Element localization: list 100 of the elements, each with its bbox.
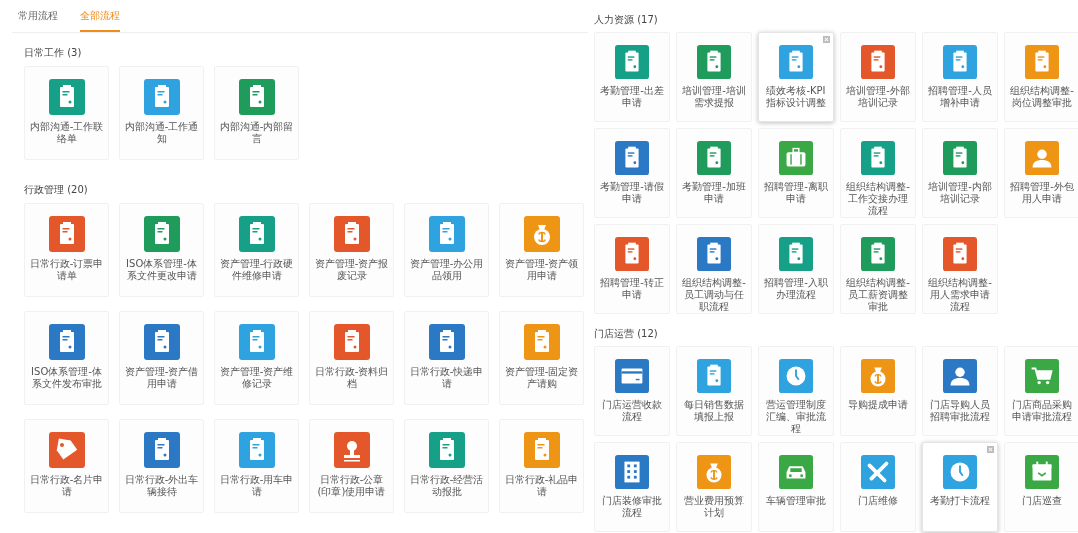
process-card[interactable]: 门店巡查	[1004, 442, 1078, 532]
card-label: 门店运营收款流程	[601, 399, 663, 423]
process-card[interactable]: 内部沟通-工作联络单	[24, 66, 109, 160]
card-label: 组织结构调整-用人需求申请流程	[927, 277, 993, 313]
section-title: 门店运营 (12)	[594, 327, 658, 341]
close-icon[interactable]	[823, 36, 830, 43]
card-label: 日常行政-名片申请	[28, 474, 105, 498]
close-icon[interactable]	[987, 446, 994, 453]
card-label: 内部沟通-工作通知	[123, 121, 200, 145]
process-card[interactable]: 车辆管理审批	[758, 442, 834, 532]
card-label: 资产管理-办公用品领用	[408, 258, 485, 282]
process-card[interactable]: 考勤管理-出差申请	[594, 32, 670, 122]
process-card[interactable]: 资产管理-资产报废记录	[309, 203, 394, 297]
card-label: 日常行政-快递申请	[408, 366, 485, 390]
card-label: 日常行政-经营活动报批	[408, 474, 485, 498]
process-card[interactable]: 培训管理-内部培训记录	[922, 128, 998, 218]
card-label: 资产管理-固定资产请购	[503, 366, 580, 390]
card-label: 导购提成申请	[848, 399, 908, 411]
process-card[interactable]: 日常行政-公章(印章)使用申请	[309, 419, 394, 513]
card-label: 门店商品采购申请审批流程	[1011, 399, 1073, 423]
card-label: 日常行政-资料归档	[313, 366, 390, 390]
process-card[interactable]: 每日销售数据填报上报	[676, 346, 752, 436]
card-label: 营业费用预算计划	[683, 495, 745, 519]
card-label: 门店装修审批流程	[601, 495, 663, 519]
card-label: 日常行政-公章(印章)使用申请	[316, 474, 387, 498]
process-card[interactable]: 导购提成申请	[840, 346, 916, 436]
card-label: 培训管理-内部培训记录	[927, 181, 993, 205]
card-label: 招聘管理-入职办理流程	[763, 277, 829, 301]
process-card[interactable]: 资产管理-资产借用申请	[119, 311, 204, 405]
card-label: 资产管理-资产维修记录	[218, 366, 295, 390]
process-card[interactable]: 培训管理-培训需求提报	[676, 32, 752, 122]
process-card[interactable]: 门店商品采购申请审批流程	[1004, 346, 1078, 436]
card-label: 招聘管理-转正申请	[599, 277, 665, 301]
card-label: 招聘管理-离职申请	[763, 181, 829, 205]
process-card[interactable]: 资产管理-资产领用申请	[499, 203, 584, 297]
card-label: 培训管理-外部培训记录	[845, 85, 911, 109]
section-title: 日常工作 (3)	[24, 46, 82, 60]
card-label: 绩效考核-KPI指标设计调整	[765, 85, 827, 109]
card-label: 组织结构调整-工作交接办理流程	[845, 181, 911, 217]
process-card[interactable]: 资产管理-资产维修记录	[214, 311, 299, 405]
card-label: 组织结构调整-岗位调整审批	[1009, 85, 1075, 109]
section-title: 行政管理 (20)	[24, 183, 88, 197]
process-card[interactable]: 资产管理-行政硬件维修申请	[214, 203, 299, 297]
card-label: 资产管理-资产领用申请	[503, 258, 580, 282]
process-card[interactable]: 日常行政-快递申请	[404, 311, 489, 405]
process-card[interactable]: 门店装修审批流程	[594, 442, 670, 532]
process-card[interactable]: 内部沟通-工作通知	[119, 66, 204, 160]
card-label: 组织结构调整-员工调动与任职流程	[681, 277, 747, 313]
process-card[interactable]: 日常行政-资料归档	[309, 311, 394, 405]
process-card[interactable]: 日常行政-礼品申请	[499, 419, 584, 513]
tab[interactable]: 常用流程	[18, 8, 58, 32]
card-label: 日常行政-订票申请单	[28, 258, 105, 282]
process-card[interactable]: 组织结构调整-员工调动与任职流程	[676, 224, 752, 314]
card-label: 资产管理-行政硬件维修申请	[218, 258, 295, 282]
card-label: 每日销售数据填报上报	[683, 399, 745, 423]
card-label: 考勤打卡流程	[930, 495, 990, 507]
process-card[interactable]: 组织结构调整-员工薪资调整审批	[840, 224, 916, 314]
process-card[interactable]: 日常行政-外出车辆接待	[119, 419, 204, 513]
process-card[interactable]: 组织结构调整-工作交接办理流程	[840, 128, 916, 218]
process-card[interactable]: 营运管理制度汇编、审批流程	[758, 346, 834, 436]
process-card[interactable]: 考勤管理-加班申请	[676, 128, 752, 218]
process-card[interactable]: ISO体系管理-体系文件更改申请	[119, 203, 204, 297]
process-card[interactable]: 招聘管理-人员增补申请	[922, 32, 998, 122]
card-label: ISO体系管理-体系文件发布审批	[30, 366, 103, 390]
process-card[interactable]: 招聘管理-入职办理流程	[758, 224, 834, 314]
process-card[interactable]: 组织结构调整-用人需求申请流程	[922, 224, 998, 314]
process-card[interactable]: 招聘管理-离职申请	[758, 128, 834, 218]
card-label: 考勤管理-加班申请	[681, 181, 747, 205]
process-card[interactable]: 日常行政-名片申请	[24, 419, 109, 513]
card-label: 考勤管理-出差申请	[599, 85, 665, 109]
process-card[interactable]: 营业费用预算计划	[676, 442, 752, 532]
card-label: 招聘管理-外包用人申请	[1009, 181, 1075, 205]
process-card[interactable]: 门店运营收款流程	[594, 346, 670, 436]
process-card[interactable]: 绩效考核-KPI指标设计调整	[758, 32, 834, 122]
process-card[interactable]: 门店维修	[840, 442, 916, 532]
card-label: ISO体系管理-体系文件更改申请	[125, 258, 198, 282]
card-label: 内部沟通-内部留言	[218, 121, 295, 145]
process-card[interactable]: 招聘管理-转正申请	[594, 224, 670, 314]
card-label: 培训管理-培训需求提报	[681, 85, 747, 109]
card-label: 门店巡查	[1022, 495, 1062, 507]
process-card[interactable]: ISO体系管理-体系文件发布审批	[24, 311, 109, 405]
card-label: 资产管理-资产借用申请	[123, 366, 200, 390]
card-label: 门店维修	[858, 495, 898, 507]
process-card[interactable]: 日常行政-订票申请单	[24, 203, 109, 297]
card-label: 考勤管理-请假申请	[599, 181, 665, 205]
process-card[interactable]: 门店导购人员招聘审批流程	[922, 346, 998, 436]
card-label: 资产管理-资产报废记录	[313, 258, 390, 282]
process-card[interactable]: 内部沟通-内部留言	[214, 66, 299, 160]
process-card[interactable]: 日常行政-用车申请	[214, 419, 299, 513]
process-card[interactable]: 考勤打卡流程	[922, 442, 998, 532]
process-card[interactable]: 日常行政-经营活动报批	[404, 419, 489, 513]
process-card[interactable]: 资产管理-固定资产请购	[499, 311, 584, 405]
process-card[interactable]: 培训管理-外部培训记录	[840, 32, 916, 122]
process-card[interactable]: 资产管理-办公用品领用	[404, 203, 489, 297]
card-label: 日常行政-外出车辆接待	[123, 474, 200, 498]
process-card[interactable]: 考勤管理-请假申请	[594, 128, 670, 218]
section-title: 人力资源 (17)	[594, 13, 658, 27]
process-card[interactable]: 组织结构调整-岗位调整审批	[1004, 32, 1078, 122]
process-card[interactable]: 招聘管理-外包用人申请	[1004, 128, 1078, 218]
card-label: 招聘管理-人员增补申请	[927, 85, 993, 109]
